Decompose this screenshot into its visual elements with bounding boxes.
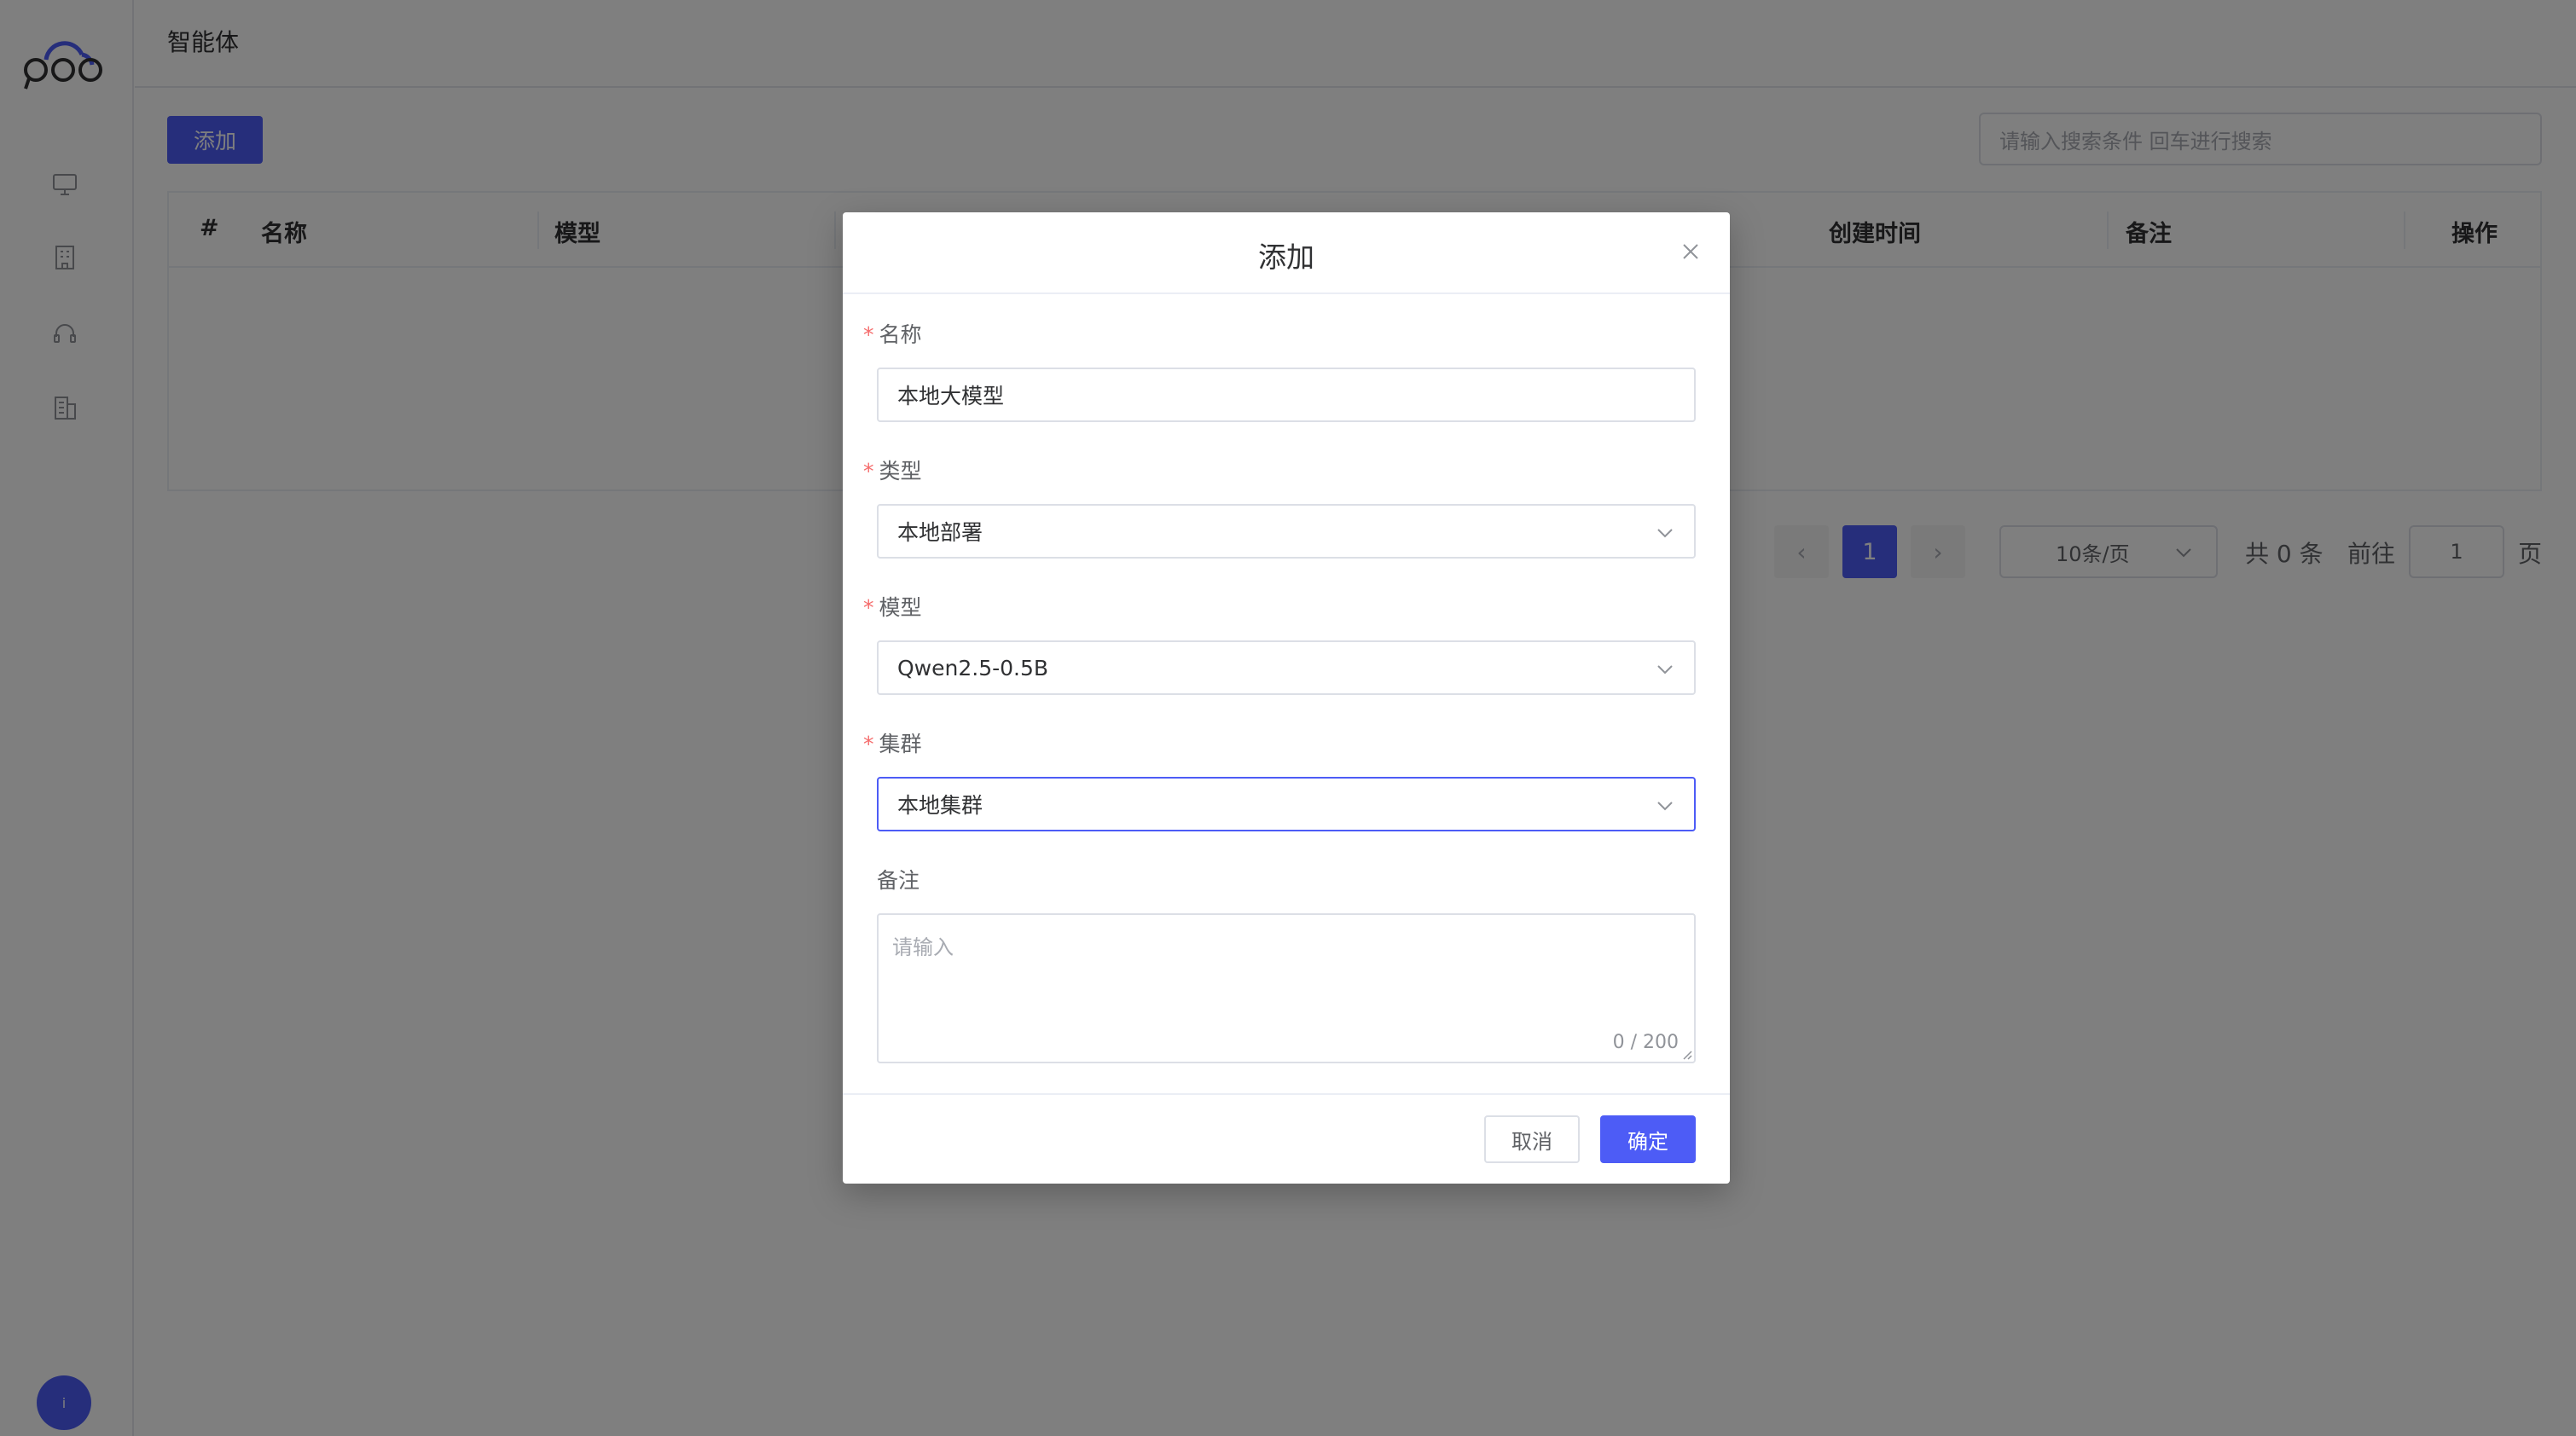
remark-textarea[interactable]: 请输入 0 / 200 xyxy=(877,913,1696,1063)
model-select-value: Qwen2.5-0.5B xyxy=(897,655,1049,680)
name-label: * 名称 xyxy=(863,322,922,347)
type-label: * 类型 xyxy=(863,459,922,483)
required-mark: * xyxy=(863,322,874,347)
chevron-down-icon xyxy=(1657,802,1673,811)
cluster-label: * 集群 xyxy=(863,732,922,756)
chevron-down-icon xyxy=(1657,529,1673,538)
dialog-footer: 取消 确定 xyxy=(843,1093,1730,1184)
confirm-button[interactable]: 确定 xyxy=(1600,1115,1696,1163)
cluster-select-value: 本地集群 xyxy=(897,793,983,818)
remark-label: 备注 xyxy=(877,868,920,893)
remark-placeholder: 请输入 xyxy=(892,935,954,959)
chevron-down-icon xyxy=(1657,665,1673,675)
required-mark: * xyxy=(863,595,874,620)
model-label: * 模型 xyxy=(863,595,922,620)
add-dialog: 添加 * 名称 本地大模型 * 类型 本地部署 * 模型 Qwen2.5-0.5B *… xyxy=(843,212,1730,1184)
model-select[interactable]: Qwen2.5-0.5B xyxy=(877,640,1696,695)
type-select-value: 本地部署 xyxy=(897,520,983,545)
cluster-select[interactable]: 本地集群 xyxy=(877,777,1696,831)
close-icon[interactable] xyxy=(1677,238,1704,265)
name-input-value: 本地大模型 xyxy=(897,384,1005,408)
resize-handle-icon[interactable] xyxy=(1680,1048,1692,1060)
type-select[interactable]: 本地部署 xyxy=(877,504,1696,559)
required-mark: * xyxy=(863,459,874,483)
cancel-button[interactable]: 取消 xyxy=(1484,1115,1580,1163)
char-counter: 0 / 200 xyxy=(1612,1032,1679,1053)
required-mark: * xyxy=(863,732,874,756)
name-input[interactable]: 本地大模型 xyxy=(877,368,1696,422)
dialog-title: 添加 xyxy=(1258,240,1314,274)
dialog-header: 添加 xyxy=(843,212,1730,294)
